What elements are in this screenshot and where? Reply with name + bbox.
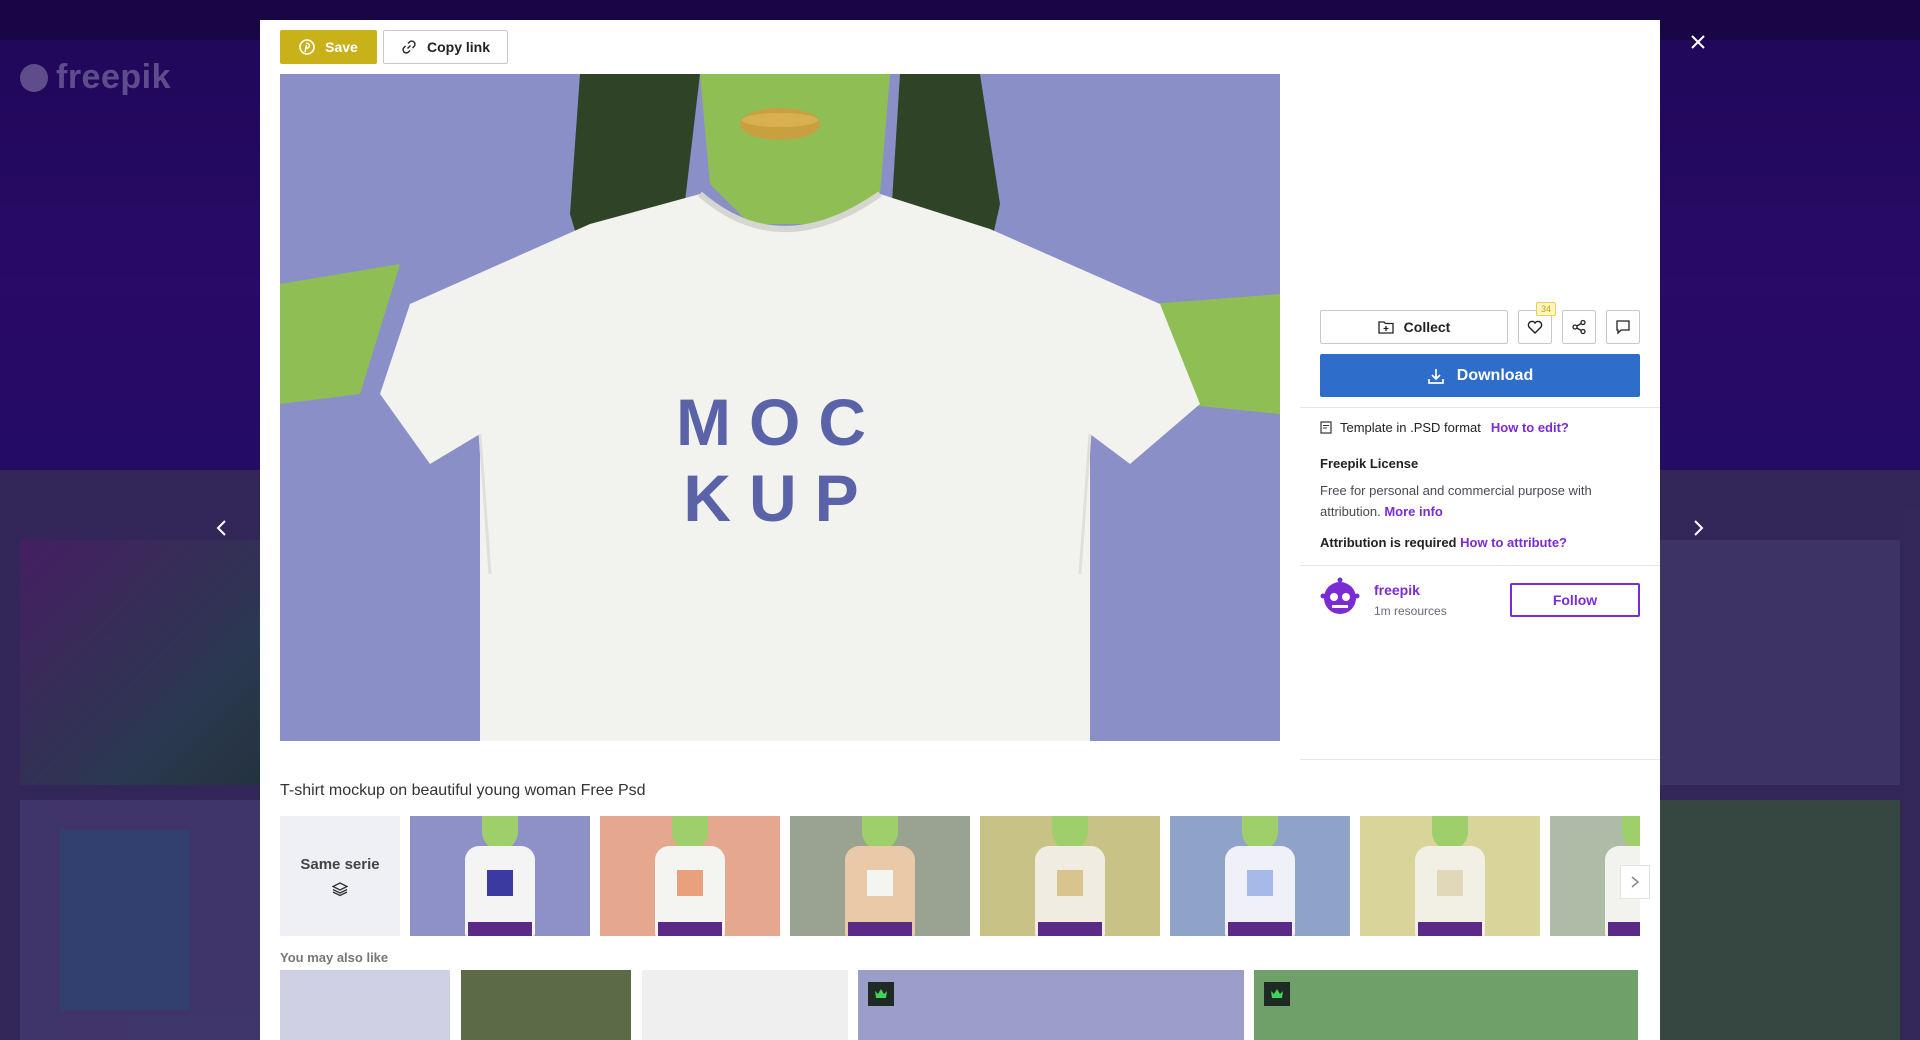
mockup-print: MOC KUP — [280, 384, 1280, 536]
collect-button[interactable]: Collect — [1320, 310, 1508, 344]
model-head — [862, 816, 898, 850]
same-series-carousel: Same serie — [280, 816, 1640, 936]
author-name-link[interactable]: freepik — [1374, 582, 1420, 598]
series-thumbnail[interactable] — [790, 816, 970, 936]
license-text: Free for personal and commercial purpose… — [1320, 483, 1592, 519]
crown-icon — [1271, 989, 1283, 998]
download-button[interactable]: Download — [1320, 354, 1640, 397]
pinterest-icon — [299, 39, 315, 55]
copy-link-label: Copy link — [426, 39, 490, 55]
tshirt-print — [1057, 870, 1083, 896]
format-text: Template in .PSD format — [1340, 420, 1481, 435]
details-panel: Collect 34 Download Template in .PSD for… — [1300, 20, 1660, 760]
heart-icon — [1527, 320, 1543, 334]
mockup-print-line1: MOC — [676, 385, 884, 459]
copy-link-button[interactable]: Copy link — [383, 30, 508, 64]
premium-badge — [868, 982, 894, 1006]
series-scroll-right-button[interactable] — [1620, 865, 1650, 899]
series-thumbnail[interactable] — [980, 816, 1160, 936]
license-description: Free for personal and commercial purpose… — [1320, 480, 1620, 522]
tshirt-print — [1437, 870, 1463, 896]
resource-modal: Save Copy link MOC KUP Collect 34 Downlo… — [260, 20, 1660, 1040]
more-info-link[interactable]: More info — [1384, 504, 1443, 519]
same-serie-button[interactable]: Same serie — [280, 816, 400, 936]
chevron-right-icon — [1694, 520, 1704, 536]
tshirt-print — [867, 870, 893, 896]
save-label: Save — [325, 39, 358, 55]
collect-label: Collect — [1403, 319, 1451, 335]
tshirt-print — [1247, 870, 1273, 896]
model-pants — [658, 922, 722, 936]
divider — [1300, 407, 1660, 408]
like-count-badge: 34 — [1536, 302, 1556, 316]
mockup-print-line2: KUP — [683, 461, 877, 535]
series-thumbnail[interactable] — [1360, 816, 1540, 936]
related-resource-thumbnail[interactable] — [461, 970, 631, 1040]
chevron-right-icon — [1631, 876, 1640, 888]
attribution-text: Attribution is required — [1320, 535, 1457, 550]
folder-add-icon — [1378, 321, 1394, 334]
model-pants — [1038, 922, 1102, 936]
you-may-also-like-heading: You may also like — [280, 950, 389, 965]
related-resource-thumbnail[interactable] — [280, 970, 450, 1040]
model-head — [1622, 816, 1640, 850]
comment-icon — [1616, 320, 1630, 335]
model-head — [1242, 816, 1278, 850]
divider — [1300, 759, 1660, 760]
file-template-icon — [1320, 421, 1332, 434]
same-serie-label: Same serie — [300, 855, 380, 873]
model-pants — [848, 922, 912, 936]
crown-icon — [875, 989, 887, 998]
model-head — [1432, 816, 1468, 850]
download-icon — [1427, 368, 1444, 384]
author-resources-count: 1m resources — [1374, 604, 1447, 618]
close-icon — [1691, 35, 1705, 49]
previous-resource-button[interactable] — [207, 513, 237, 543]
divider — [1300, 565, 1660, 566]
model-pants — [1418, 922, 1482, 936]
download-label: Download — [1456, 366, 1534, 384]
chevron-left-icon — [216, 520, 226, 536]
related-resource-thumbnail[interactable] — [858, 970, 1244, 1040]
premium-badge — [1264, 982, 1290, 1006]
related-resource-thumbnail[interactable] — [1254, 970, 1638, 1040]
resource-preview-image: MOC KUP — [280, 74, 1280, 741]
series-thumbnail[interactable] — [410, 816, 590, 936]
resource-title: T-shirt mockup on beautiful young woman … — [280, 782, 646, 799]
model-pants — [1228, 922, 1292, 936]
series-thumbnail[interactable] — [1170, 816, 1350, 936]
link-icon — [402, 40, 416, 54]
layers-icon — [332, 881, 348, 896]
format-info: Template in .PSD format How to edit? — [1320, 420, 1569, 435]
model-head — [672, 816, 708, 850]
how-to-edit-link[interactable]: How to edit? — [1491, 420, 1569, 435]
close-modal-button[interactable] — [1683, 27, 1713, 57]
related-resource-thumbnail[interactable] — [642, 970, 848, 1040]
save-pinterest-button[interactable]: Save — [280, 30, 377, 64]
tshirt-print — [487, 870, 513, 896]
follow-button[interactable]: Follow — [1510, 583, 1640, 617]
share-icon — [1572, 319, 1586, 335]
attribution-row: Attribution is required How to attribute… — [1320, 535, 1567, 550]
next-resource-button[interactable] — [1683, 513, 1713, 543]
license-title: Freepik License — [1320, 456, 1419, 471]
share-button[interactable] — [1562, 310, 1596, 344]
author-avatar[interactable] — [1320, 576, 1360, 616]
model-pants — [468, 922, 532, 936]
tshirt-print — [677, 870, 703, 896]
series-thumbnail[interactable] — [600, 816, 780, 936]
model-pants — [1608, 922, 1640, 936]
how-to-attribute-link[interactable]: How to attribute? — [1460, 535, 1567, 550]
comment-button[interactable] — [1606, 310, 1640, 344]
model-head — [482, 816, 518, 850]
model-head — [1052, 816, 1088, 850]
